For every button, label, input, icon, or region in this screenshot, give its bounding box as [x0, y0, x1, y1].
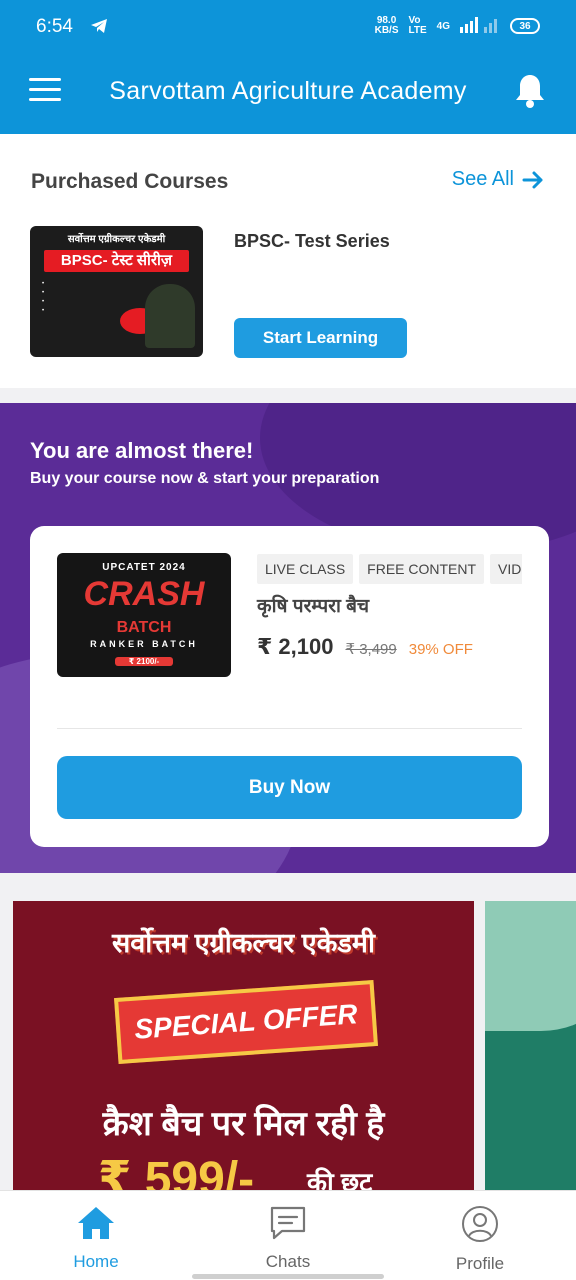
discount-label: 39% OFF — [408, 641, 473, 658]
nav-profile[interactable]: Profile — [420, 1205, 540, 1274]
app-title: Sarvottam Agriculture Academy — [109, 77, 467, 105]
battery-icon: 36 — [510, 18, 540, 34]
home-icon — [78, 1207, 114, 1239]
course-thumbnail[interactable]: सर्वोत्तम एग्रीकल्चर एकेडमी BPSC- टेस्ट … — [30, 226, 203, 357]
batch-name: कृषि परम्परा बैच — [257, 596, 370, 617]
network-speed: 98.0 KB/S — [374, 15, 399, 36]
signal-icon — [460, 16, 500, 36]
notification-bell-icon[interactable] — [514, 73, 546, 114]
bottom-navigation: Home Chats Profile — [0, 1190, 576, 1280]
special-offer-ribbon: SPECIAL OFFER — [114, 980, 378, 1064]
section-title: Purchased Courses — [31, 170, 229, 193]
nav-chats[interactable]: Chats — [228, 1205, 348, 1272]
status-bar: 6:54 98.0 KB/S Vo LTE 4G 36 — [0, 0, 576, 46]
see-all-link[interactable]: See All — [452, 168, 544, 191]
next-banner[interactable] — [485, 901, 576, 1191]
gesture-bar — [192, 1274, 384, 1279]
start-learning-button[interactable]: Start Learning — [234, 318, 407, 358]
chat-icon — [270, 1206, 306, 1240]
promo-section: You are almost there! Buy your course no… — [0, 403, 576, 873]
tag-free-content: FREE CONTENT — [359, 554, 485, 584]
course-name: BPSC- Test Series — [234, 231, 390, 251]
promo-heading: You are almost there! — [30, 438, 254, 463]
purchased-courses-section: Purchased Courses See All सर्वोत्तम एग्र… — [0, 134, 576, 388]
volte-indicator: Vo LTE — [408, 15, 427, 36]
promo-subheading: Buy your course now & start your prepara… — [30, 470, 380, 487]
course-offer-card: UPCATET 2024 CRASH BATCH RANKER BATCH ₹ … — [30, 526, 549, 847]
original-price: ₹ 3,499 — [345, 641, 397, 658]
tag-live-class: LIVE CLASS — [257, 554, 354, 584]
feature-tags: LIVE CLASSFREE CONTENTVIDE — [257, 554, 522, 584]
app-bar: Sarvottam Agriculture Academy — [0, 46, 576, 134]
status-time: 6:54 — [36, 16, 73, 37]
buy-now-button[interactable]: Buy Now — [57, 756, 522, 819]
divider — [57, 728, 522, 729]
instructor-photo — [145, 284, 195, 348]
tag-video: VIDE — [490, 554, 522, 584]
current-price: ₹ 2,100 — [257, 634, 334, 659]
see-all-label: See All — [451, 168, 514, 190]
special-offer-banner[interactable]: सर्वोत्तम एग्रीकल्चर एकेडमी SPECIAL OFFE… — [13, 901, 474, 1191]
profile-icon — [462, 1206, 498, 1242]
network-type: 4G — [436, 20, 450, 32]
arrow-right-icon — [522, 171, 543, 188]
price-row: ₹ 2,100 ₹ 3,499 39% OFF — [257, 634, 473, 660]
telegram-icon — [90, 18, 108, 39]
batch-thumbnail[interactable]: UPCATET 2024 CRASH BATCH RANKER BATCH ₹ … — [57, 553, 231, 677]
nav-home[interactable]: Home — [36, 1205, 156, 1272]
